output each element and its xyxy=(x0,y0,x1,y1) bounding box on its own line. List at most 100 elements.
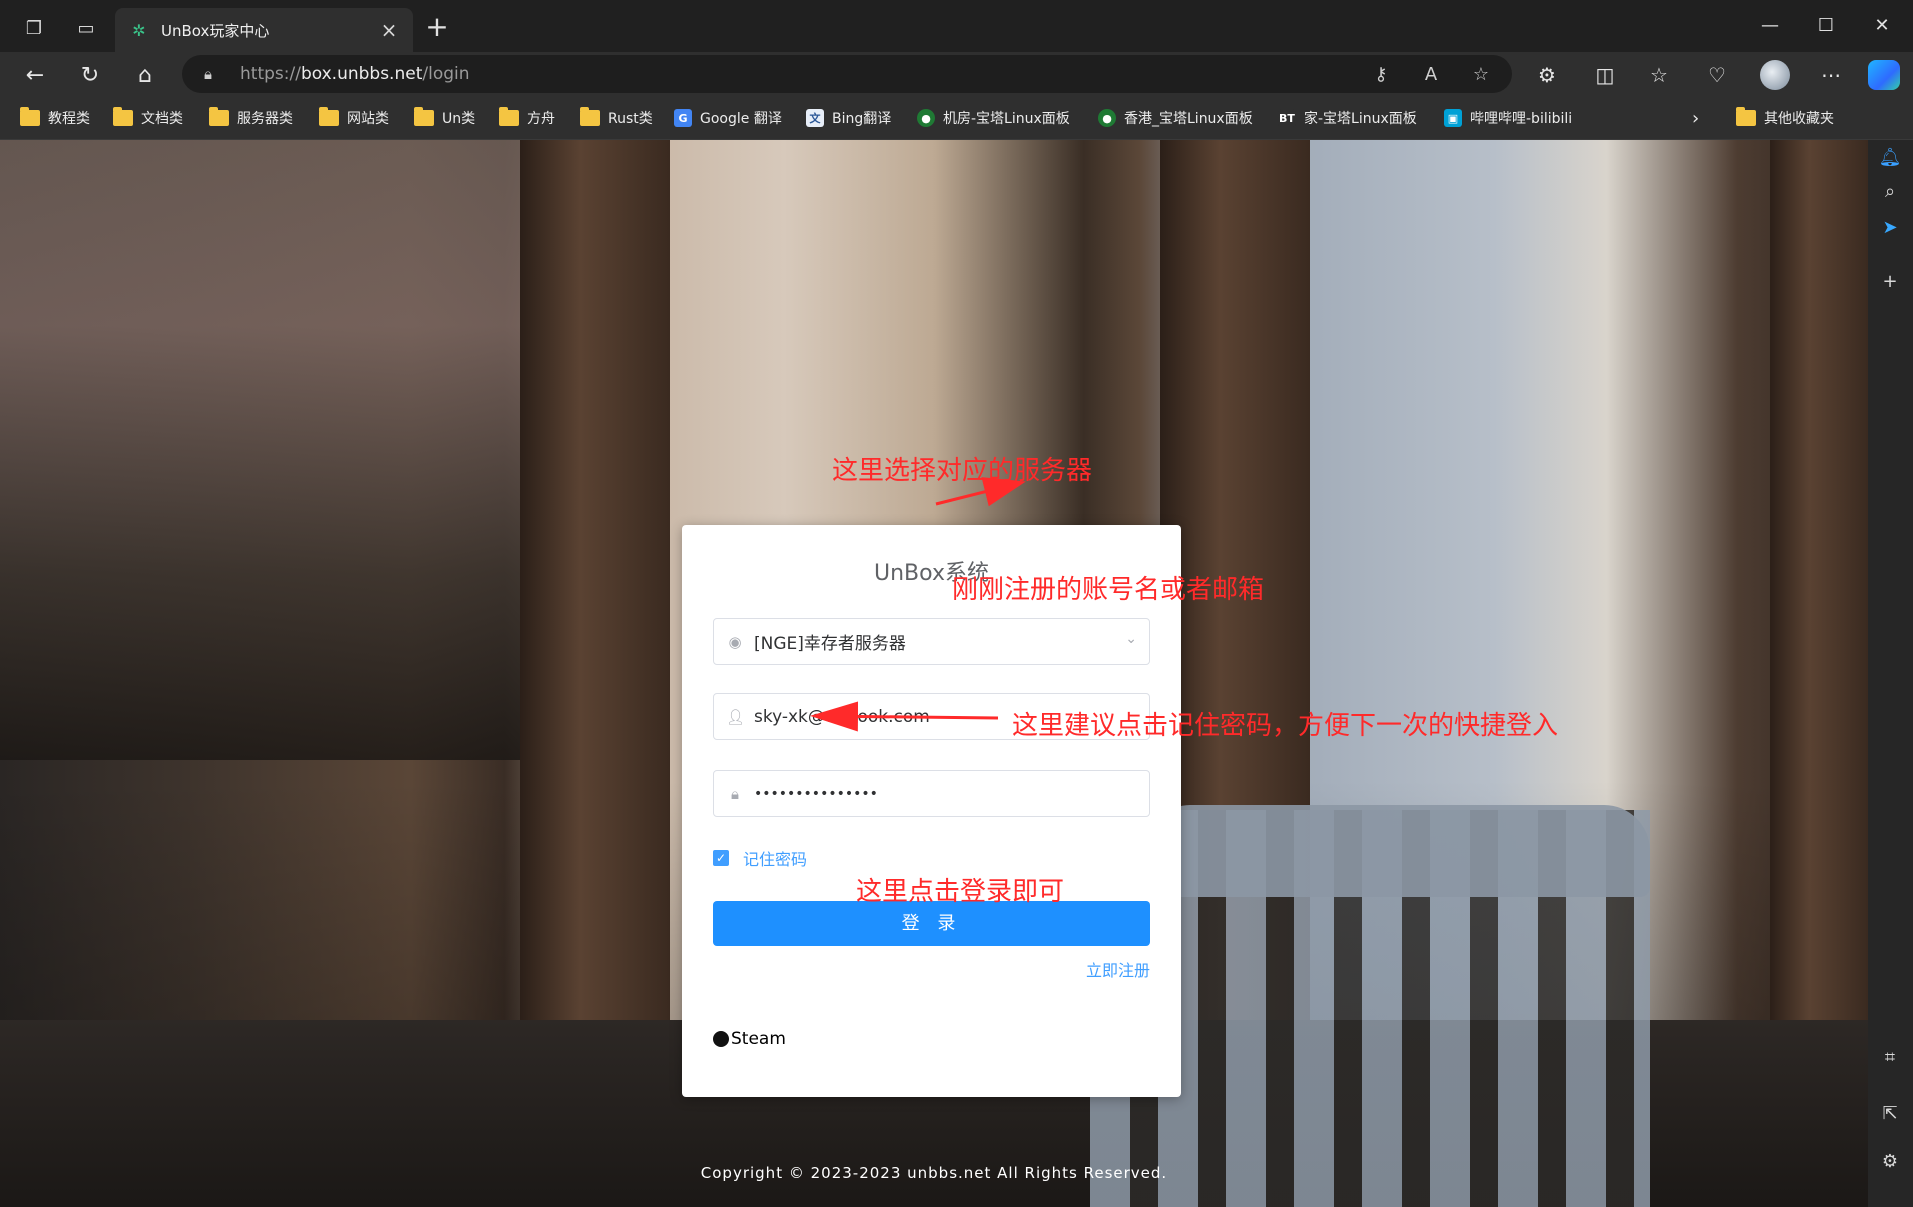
remember-password[interactable]: ✓ 记住密码 xyxy=(713,846,807,870)
fav-label: 方舟 xyxy=(527,111,555,127)
remember-annotation: 这里建议点击记住密码，方便下一次的快捷登入 xyxy=(1012,711,1559,741)
login-card: UnBox系统 ◉ [NGE]幸存者服务器 ⌄ 👤︎ sky-xk@outloo… xyxy=(682,525,1181,1097)
minimize-button[interactable]: — xyxy=(1742,8,1798,42)
register-link[interactable]: 立即注册 xyxy=(1086,957,1150,981)
fav-item[interactable]: 网站类 xyxy=(319,106,389,130)
fav-item[interactable]: Rust类 xyxy=(580,106,653,130)
lock-icon: 🔒︎ xyxy=(204,65,212,83)
back-button[interactable]: ← xyxy=(18,58,52,92)
fav-label: 教程类 xyxy=(48,111,90,127)
server-annotation: 这里选择对应的服务器 xyxy=(832,456,1093,486)
folder-icon xyxy=(113,107,133,126)
lock-icon: 🔒︎ xyxy=(731,784,739,803)
password-key-icon[interactable]: ⚷ xyxy=(1368,61,1394,87)
url-text[interactable]: https://box.unbbs.net/login xyxy=(240,64,470,84)
fav-item[interactable]: ● 机房-宝塔Linux面板 xyxy=(917,106,1070,130)
refresh-button[interactable]: ↻ xyxy=(73,58,107,92)
background-photo-chair-top xyxy=(1150,805,1650,897)
password-input[interactable]: 🔒︎ ••••••••••••••• xyxy=(713,770,1150,817)
remember-checkbox[interactable]: ✓ xyxy=(713,850,729,866)
server-select[interactable]: ◉ [NGE]幸存者服务器 ⌄ xyxy=(713,618,1150,665)
fav-item[interactable]: Un类 xyxy=(414,106,475,130)
steam-login[interactable]: Steam xyxy=(713,1029,786,1049)
new-tab-button[interactable]: + xyxy=(422,13,452,44)
bt-icon: BT xyxy=(1278,109,1296,127)
extensions-icon[interactable]: ⚙ xyxy=(1530,58,1564,92)
send-icon[interactable]: ➤ xyxy=(1873,210,1907,244)
url-host: box.unbbs.net xyxy=(300,64,423,84)
favorites-icon[interactable]: ☆ xyxy=(1642,58,1676,92)
folder-icon xyxy=(580,107,600,126)
folder-icon xyxy=(499,107,519,126)
tab-unbox[interactable]: ✲ UnBox玩家中心 × xyxy=(115,8,413,52)
navigation-toolbar: ← ↻ ⌂ 🔒︎ https://box.unbbs.net/login ⚷ A… xyxy=(0,52,1913,96)
fav-item[interactable]: 文档类 xyxy=(113,106,183,130)
sidebar-settings-gear-icon[interactable]: ⚙ xyxy=(1873,1144,1907,1178)
steam-label: Steam xyxy=(731,1029,786,1049)
fav-item[interactable]: BT 家-宝塔Linux面板 xyxy=(1278,106,1417,130)
folder-icon xyxy=(1736,107,1756,126)
add-sidebar-app-icon[interactable]: + xyxy=(1873,264,1907,298)
fav-label: Un类 xyxy=(442,111,476,127)
fav-item[interactable]: 服务器类 xyxy=(209,106,293,130)
fav-label: Rust类 xyxy=(608,111,653,127)
split-screen-icon[interactable]: ◫ xyxy=(1588,58,1622,92)
home-button[interactable]: ⌂ xyxy=(128,58,162,92)
favorites-bar: 教程类 文档类 服务器类 网站类 Un类 方舟 Rust类 G Google 翻译… xyxy=(0,96,1913,140)
fav-label: 家-宝塔Linux面板 xyxy=(1304,111,1417,127)
fav-item[interactable]: 方舟 xyxy=(499,106,555,130)
title-bar: ❐ ▭ ✲ UnBox玩家中心 × + — ☐ ✕ xyxy=(0,0,1913,52)
more-menu-icon[interactable]: ⋯ xyxy=(1814,58,1848,92)
google-translate-icon: G xyxy=(674,109,692,127)
fav-label: 香港_宝塔Linux面板 xyxy=(1124,111,1253,127)
browser-essentials-icon[interactable]: ♡ xyxy=(1700,58,1734,92)
notifications-bell-icon[interactable]: 🔔︎ xyxy=(1873,140,1907,174)
server-value: [NGE]幸存者服务器 xyxy=(754,634,906,654)
other-favorites[interactable]: 其他收藏夹 xyxy=(1736,106,1834,130)
search-icon[interactable]: ⌕ xyxy=(1873,174,1907,208)
url-scheme: https:// xyxy=(240,64,301,84)
fav-label: Bing翻译 xyxy=(832,111,892,127)
steam-icon xyxy=(713,1031,729,1047)
fav-item[interactable]: ▣ 哔哩哔哩-bilibili xyxy=(1444,106,1572,130)
copilot-icon[interactable] xyxy=(1868,60,1900,90)
tab-title: UnBox玩家中心 xyxy=(161,21,270,40)
fav-item[interactable]: ● 香港_宝塔Linux面板 xyxy=(1098,106,1253,130)
folder-icon xyxy=(414,107,434,126)
vertical-tabs-icon[interactable]: ▭ xyxy=(72,14,100,42)
fav-item[interactable]: 文 Bing翻译 xyxy=(806,106,891,130)
remember-label[interactable]: 记住密码 xyxy=(743,846,807,870)
bilibili-icon: ▣ xyxy=(1444,109,1462,127)
chevron-down-icon: ⌄ xyxy=(1125,631,1137,647)
edge-sidebar: 🔔︎ ⌕ ➤ + ⌗ ⇱ ⚙ xyxy=(1868,140,1913,1207)
fav-label: 服务器类 xyxy=(237,111,293,127)
folder-icon xyxy=(20,107,40,126)
fav-item[interactable]: 教程类 xyxy=(20,106,90,130)
profile-avatar[interactable] xyxy=(1760,60,1790,90)
folder-icon xyxy=(209,107,229,126)
login-annotation: 这里点击登录即可 xyxy=(856,877,1065,907)
read-aloud-icon[interactable]: A xyxy=(1418,61,1444,87)
maximize-button[interactable]: ☐ xyxy=(1798,8,1854,42)
workspaces-icon[interactable]: ❐ xyxy=(20,14,48,42)
user-icon: 👤︎ xyxy=(726,707,746,726)
page-viewport: UnBox系统 ◉ [NGE]幸存者服务器 ⌄ 👤︎ sky-xk@outloo… xyxy=(0,140,1868,1207)
account-value: sky-xk@outlook.com xyxy=(754,706,930,727)
open-external-icon[interactable]: ⇱ xyxy=(1873,1096,1907,1130)
favorite-star-icon[interactable]: ☆ xyxy=(1468,61,1494,87)
password-value: ••••••••••••••• xyxy=(754,785,878,802)
fav-item[interactable]: G Google 翻译 xyxy=(674,106,782,130)
server-icon: ◉ xyxy=(728,632,742,651)
copyright-text: Copyright © 2023-2023 unbbs.net All Righ… xyxy=(700,1164,1168,1182)
folder-icon xyxy=(319,107,339,126)
fav-overflow-chevron-icon[interactable]: › xyxy=(1692,106,1699,130)
screenshot-icon[interactable]: ⌗ xyxy=(1873,1040,1907,1074)
tab-close-icon[interactable]: × xyxy=(379,18,399,42)
fav-label: 网站类 xyxy=(347,111,389,127)
account-annotation: 刚刚注册的账号名或者邮箱 xyxy=(952,575,1265,605)
bing-translate-icon: 文 xyxy=(806,109,824,127)
address-bar[interactable]: 🔒︎ https://box.unbbs.net/login ⚷ A ☆ xyxy=(182,55,1512,93)
bt-panel-icon: ● xyxy=(917,109,935,127)
close-window-button[interactable]: ✕ xyxy=(1854,8,1910,42)
fav-label: 哔哩哔哩-bilibili xyxy=(1470,111,1573,127)
